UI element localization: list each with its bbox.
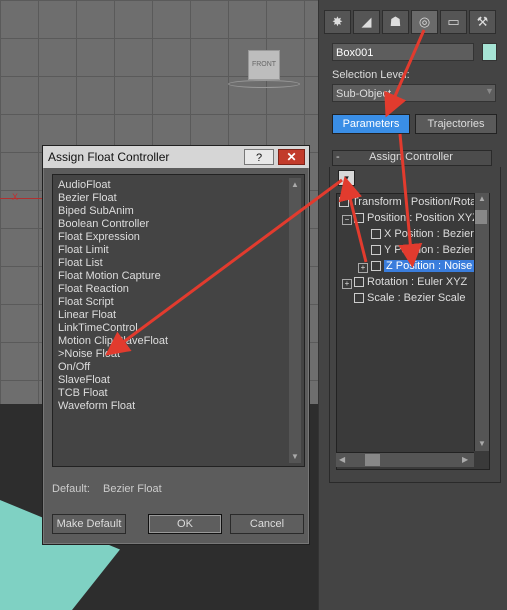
parameters-button[interactable]: Parameters <box>332 114 410 134</box>
controller-icon <box>371 229 381 240</box>
tree-item[interactable]: Transform : Position/Rotation/Scale <box>339 195 489 210</box>
list-item[interactable]: Motion Clip SlaveFloat <box>58 335 168 348</box>
list-item[interactable]: AudioFloat <box>58 179 111 192</box>
list-item[interactable]: Waveform Float <box>58 400 135 413</box>
tree-item[interactable]: Rotation : Euler XYZ <box>354 275 467 290</box>
chevron-down-icon[interactable]: ▼ <box>485 86 494 96</box>
list-item[interactable]: Float Reaction <box>58 283 129 296</box>
list-item[interactable]: Linear Float <box>58 309 116 322</box>
viewcube[interactable]: FRONT <box>248 50 280 80</box>
assign-controller-button[interactable]: ▾ <box>338 170 355 186</box>
list-item[interactable]: Float Expression <box>58 231 140 244</box>
scroll-up-icon[interactable]: ▲ <box>478 194 486 203</box>
controller-tree[interactable]: Transform : Position/Rotation/Scale − Po… <box>336 193 490 470</box>
object-color-swatch[interactable] <box>482 43 497 61</box>
list-item[interactable]: Boolean Controller <box>58 218 149 231</box>
cancel-button[interactable]: Cancel <box>230 514 304 534</box>
viewcube-ring[interactable] <box>228 80 300 88</box>
x-axis-label: X <box>12 192 19 202</box>
list-item-selected[interactable]: >Noise Float <box>58 348 120 361</box>
list-item[interactable]: Bezier Float <box>58 192 117 205</box>
ok-button[interactable]: OK <box>148 514 222 534</box>
controller-icon <box>354 293 364 304</box>
list-item[interactable]: Float Limit <box>58 244 109 257</box>
create-tab-icon[interactable]: ✸ <box>324 10 351 34</box>
controller-icon <box>371 245 381 256</box>
controller-icon <box>354 277 364 288</box>
list-scrollbar[interactable]: ▲ ▼ <box>289 178 301 463</box>
modify-tab-icon[interactable]: ◢ <box>353 10 380 34</box>
tree-item[interactable]: X Position : Bezier Float <box>371 227 489 242</box>
controller-icon <box>339 197 349 208</box>
list-item[interactable]: On/Off <box>58 361 90 374</box>
expand-icon[interactable]: + <box>342 279 352 289</box>
motion-tab-icon[interactable]: ◎ <box>411 10 438 34</box>
scroll-left-icon[interactable]: ◀ <box>339 455 345 464</box>
dialog-title: Assign Float Controller <box>48 150 170 164</box>
controller-icon <box>371 261 381 272</box>
scroll-right-icon[interactable]: ▶ <box>462 455 468 464</box>
list-item[interactable]: SlaveFloat <box>58 374 110 387</box>
selection-level-dropdown[interactable]: Sub-Object <box>332 84 496 102</box>
tree-item[interactable]: Scale : Bezier Scale <box>354 291 465 306</box>
list-item[interactable]: Float List <box>58 257 103 270</box>
object-name-field[interactable]: Box001 <box>332 43 474 61</box>
list-item[interactable]: LinkTimeControl <box>58 322 138 335</box>
collapse-icon[interactable]: − <box>342 215 352 225</box>
display-tab-icon[interactable]: ▭ <box>440 10 467 34</box>
tree-item[interactable]: Position : Position XYZ <box>354 211 479 226</box>
list-item[interactable]: Biped SubAnim <box>58 205 134 218</box>
close-icon[interactable]: ✕ <box>278 149 305 165</box>
list-item[interactable]: TCB Float <box>58 387 108 400</box>
trajectories-button[interactable]: Trajectories <box>415 114 497 134</box>
default-value: Bezier Float <box>103 483 162 495</box>
expand-icon[interactable]: + <box>358 263 368 273</box>
tree-item[interactable]: Z Position : Noise Float <box>371 259 489 274</box>
list-item[interactable]: Float Motion Capture <box>58 270 161 283</box>
make-default-button[interactable]: Make Default <box>52 514 126 534</box>
tree-item[interactable]: Y Position : Bezier Float <box>371 243 489 258</box>
scroll-down-icon[interactable]: ▼ <box>478 439 486 448</box>
controller-icon <box>354 213 364 224</box>
scrollbar-thumb[interactable] <box>365 454 380 466</box>
x-axis-line <box>0 198 45 199</box>
list-item[interactable]: Float Script <box>58 296 114 309</box>
default-label: Default: <box>52 483 90 495</box>
selection-level-label: Selection Level: <box>332 69 410 81</box>
rollout-title: Assign Controller <box>369 151 453 163</box>
scroll-up-icon[interactable]: ▲ <box>291 180 299 189</box>
scroll-down-icon[interactable]: ▼ <box>291 452 299 461</box>
help-button[interactable]: ? <box>244 149 274 165</box>
scrollbar-thumb[interactable] <box>475 210 487 224</box>
hierarchy-tab-icon[interactable]: ☗ <box>382 10 409 34</box>
tree-vertical-scrollbar[interactable]: ▲ ▼ <box>474 193 489 451</box>
utilities-tab-icon[interactable]: ⚒ <box>469 10 496 34</box>
tree-horizontal-scrollbar[interactable]: ◀ ▶ <box>336 452 474 467</box>
